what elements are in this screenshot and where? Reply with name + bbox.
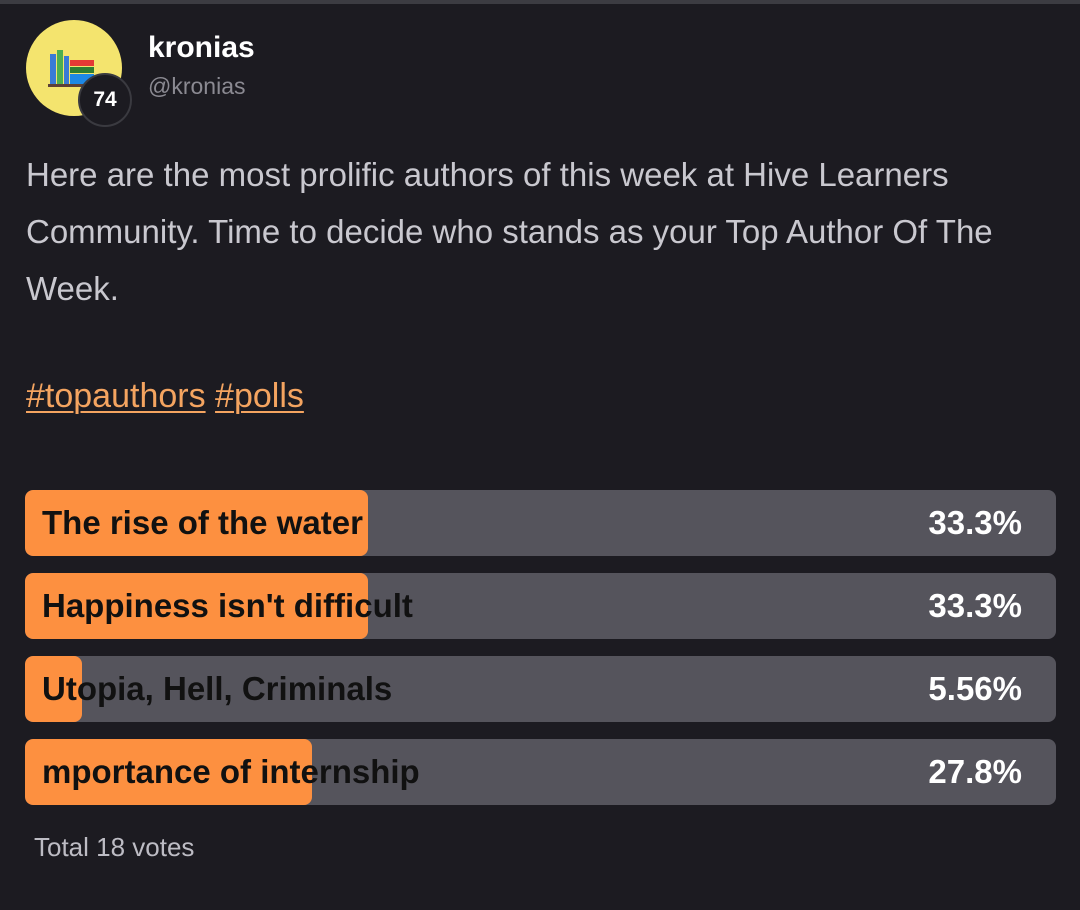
- reputation-badge: 74: [78, 73, 132, 127]
- poll-option-label: Happiness isn't difficult: [42, 587, 413, 624]
- poll-option[interactable]: Happiness isn't difficult 33.3%: [25, 573, 1056, 639]
- author-display-name[interactable]: kronias: [148, 31, 255, 65]
- poll-option[interactable]: mportance of internship 27.8%: [25, 739, 1056, 805]
- poll-option[interactable]: Utopia, Hell, Criminals 5.56%: [25, 656, 1056, 722]
- poll-option-percent: 33.3%: [928, 587, 1022, 624]
- hashtag-list: #topauthors #polls: [26, 368, 304, 425]
- hashtag-polls[interactable]: #polls: [215, 377, 304, 415]
- poll-option-percent: 33.3%: [928, 504, 1022, 541]
- poll-option[interactable]: The rise of the water 33.3%: [25, 490, 1056, 556]
- poll-option-percent: 5.56%: [928, 670, 1022, 707]
- poll: The rise of the water 33.3% Happiness is…: [25, 490, 1056, 822]
- hashtag-topauthors[interactable]: #topauthors: [26, 377, 206, 415]
- poll-option-label: The rise of the water: [42, 504, 363, 541]
- poll-option-label: mportance of internship: [42, 753, 420, 790]
- poll-option-label: Utopia, Hell, Criminals: [42, 670, 393, 707]
- total-votes: Total 18 votes: [34, 832, 195, 862]
- poll-option-percent: 27.8%: [928, 753, 1022, 790]
- author-handle[interactable]: @kronias: [148, 73, 246, 100]
- post-text: Here are the most prolific authors of th…: [26, 156, 993, 307]
- poll-post: 74 kronias @kronias Here are the most pr…: [0, 0, 1080, 910]
